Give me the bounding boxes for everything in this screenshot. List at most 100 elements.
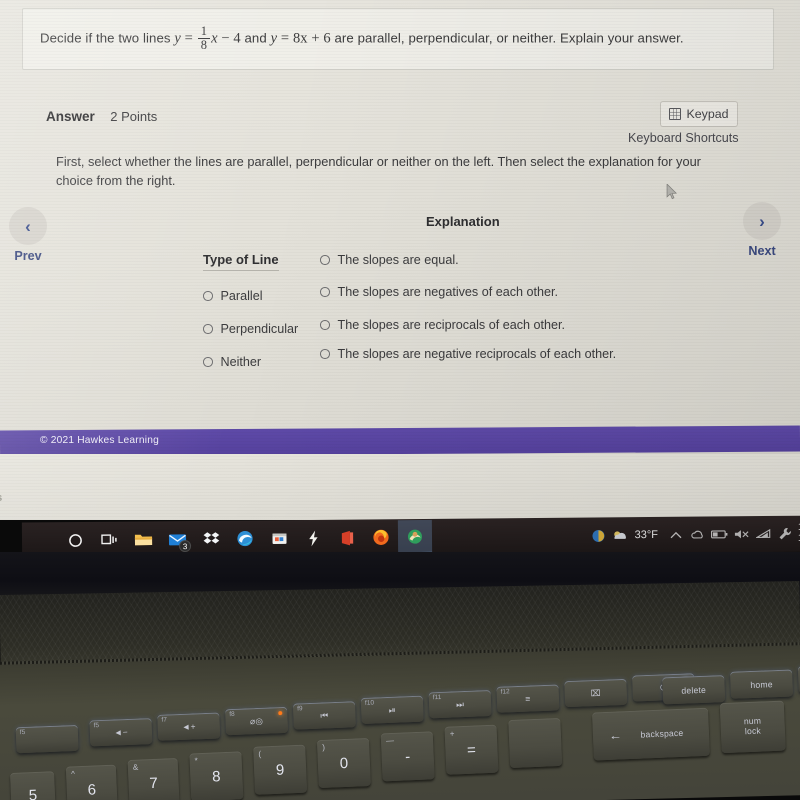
settings-wrench-icon[interactable] xyxy=(776,524,795,543)
key-6[interactable]: ^ 6 xyxy=(65,764,118,800)
backspace-arrow-icon: ← xyxy=(608,727,623,743)
option-label: The slopes are equal. xyxy=(337,253,459,267)
radio-option-slopes-equal[interactable]: The slopes are equal. xyxy=(320,253,459,267)
key-glyph: ⏭ xyxy=(455,698,465,709)
equation1-equals: = xyxy=(184,30,193,47)
radio-option-slopes-negatives[interactable]: The slopes are negatives of each other. xyxy=(320,285,558,299)
key-glyph: ⌧ xyxy=(590,687,601,698)
key-fnum: f8 xyxy=(229,710,235,719)
notification-bell-icon[interactable] xyxy=(589,526,608,545)
key-glyph: ⏮ xyxy=(320,709,329,721)
play-pause-key[interactable]: f10 ⏯ xyxy=(360,695,424,725)
key-glyph: ◄− xyxy=(113,726,129,738)
volume-down-key[interactable]: f5 ◄− xyxy=(89,718,153,747)
lightning-app-icon[interactable] xyxy=(296,521,330,555)
radio-option-parallel[interactable]: Parallel xyxy=(203,289,263,303)
option-label: The slopes are reciprocals of each other… xyxy=(337,318,566,332)
edge-icon[interactable] xyxy=(228,521,262,555)
key-big: 0 xyxy=(339,754,349,772)
volume-muted-icon[interactable] xyxy=(732,525,751,544)
backspace-key[interactable]: ← backspace xyxy=(592,707,710,761)
key-sup: + xyxy=(449,729,455,739)
key-label: backspace xyxy=(640,727,684,740)
battery-icon[interactable] xyxy=(710,525,729,544)
delete-key[interactable]: delete xyxy=(662,675,726,705)
onedrive-icon[interactable] xyxy=(688,525,707,544)
key-f4-partial[interactable]: f5 xyxy=(15,724,79,754)
screen-off-key[interactable]: ⌧ xyxy=(564,678,628,708)
radio-icon xyxy=(203,324,213,334)
key-7[interactable]: & 7 xyxy=(127,757,180,800)
mic-mute-key[interactable]: f8 ⌀◎ xyxy=(225,706,289,736)
keypad-button-label: Keypad xyxy=(686,107,729,121)
answer-label: Answer xyxy=(46,109,95,124)
key-0[interactable]: ) 0 xyxy=(316,737,371,789)
answer-header: Answer 2 Points xyxy=(46,108,157,126)
prev-button[interactable]: ‹ Prev xyxy=(6,207,50,263)
radio-icon xyxy=(203,291,213,301)
numlock-line2: lock xyxy=(744,725,762,737)
prev-circle: ‹ xyxy=(9,207,47,245)
fraction-numerator: 1 xyxy=(200,24,208,38)
key-fnum: f11 xyxy=(432,693,442,702)
previous-track-key[interactable]: f9 ⏮ xyxy=(292,701,356,730)
key-equals[interactable]: + = xyxy=(444,724,499,775)
fraction-one-eighth: 18 xyxy=(197,24,211,52)
key-minus[interactable]: — - xyxy=(380,731,435,782)
browser-content-area: Decide if the two lines y = 18x − 4 and … xyxy=(0,0,800,520)
answer-instruction: First, select whether the lines are para… xyxy=(56,154,701,189)
equation2-body: 8x + 6 xyxy=(292,30,331,47)
key-label: delete xyxy=(681,684,707,696)
office-icon[interactable] xyxy=(330,521,364,555)
fraction-denominator: 8 xyxy=(197,37,211,52)
key-fnum: f9 xyxy=(297,705,303,713)
key-unlabeled[interactable] xyxy=(508,717,563,769)
option-label: Perpendicular xyxy=(220,322,299,336)
option-label: The slopes are negatives of each other. xyxy=(337,285,559,299)
chevron-left-icon: ‹ xyxy=(25,216,31,236)
key-big: = xyxy=(466,740,477,759)
keyboard-shortcuts-link[interactable]: Keyboard Shortcuts xyxy=(628,131,739,145)
wifi-icon[interactable] xyxy=(754,524,773,543)
question-text: Decide if the two lines y = 18x − 4 and … xyxy=(40,24,740,53)
radio-option-slopes-reciprocals[interactable]: The slopes are reciprocals of each other… xyxy=(320,318,565,332)
num-lock-key[interactable]: num lock xyxy=(719,700,786,754)
volume-up-key[interactable]: f7 ◄+ xyxy=(157,712,221,741)
key-label: home xyxy=(750,678,773,690)
key-sup: & xyxy=(132,762,139,772)
home-key[interactable]: home xyxy=(730,669,794,699)
copyright-text: © 2021 Hawkes Learning xyxy=(40,435,159,446)
key-sup: ( xyxy=(258,749,262,759)
radio-option-neither[interactable]: Neither xyxy=(203,355,261,369)
next-track-key[interactable]: f11 ⏭ xyxy=(428,690,492,719)
key-big: 9 xyxy=(275,761,285,779)
option-label: The slopes are negative reciprocals of e… xyxy=(337,347,617,361)
option-label: Parallel xyxy=(220,289,263,303)
radio-option-slopes-negative-reciprocals[interactable]: The slopes are negative reciprocals of e… xyxy=(320,347,616,361)
key-glyph: ⌀◎ xyxy=(249,715,264,726)
offscreen-tab-label: es xyxy=(0,492,2,504)
dropbox-icon[interactable] xyxy=(194,522,228,556)
key-8[interactable]: * 8 xyxy=(189,751,244,800)
type-of-line-header: Type of Line xyxy=(203,252,279,271)
key-sup: * xyxy=(194,756,198,766)
keypad-button[interactable]: Keypad xyxy=(660,101,738,127)
next-button[interactable]: › Next xyxy=(738,202,786,258)
keypad-icon xyxy=(669,108,682,120)
radio-option-perpendicular[interactable]: Perpendicular xyxy=(203,322,298,336)
chevron-right-icon: › xyxy=(759,211,765,231)
key-fnum: f12 xyxy=(500,688,510,696)
firefox-icon[interactable] xyxy=(364,520,398,554)
key-label: num lock xyxy=(744,716,762,737)
microsoft-store-icon[interactable] xyxy=(262,521,296,555)
weather-icon[interactable] xyxy=(611,526,630,545)
key-big: 6 xyxy=(87,780,97,799)
active-app-icon[interactable] xyxy=(397,519,433,555)
mic-mute-led xyxy=(278,711,283,716)
chevron-up-icon[interactable] xyxy=(666,525,685,544)
key-5[interactable]: 5 xyxy=(10,771,56,800)
key-fnum: f5 xyxy=(93,722,100,730)
system-tray: 33°F 11 12/ xyxy=(588,516,800,554)
key-9[interactable]: ( 9 xyxy=(253,744,308,795)
menu-key[interactable]: f12 ≡ xyxy=(496,684,560,713)
